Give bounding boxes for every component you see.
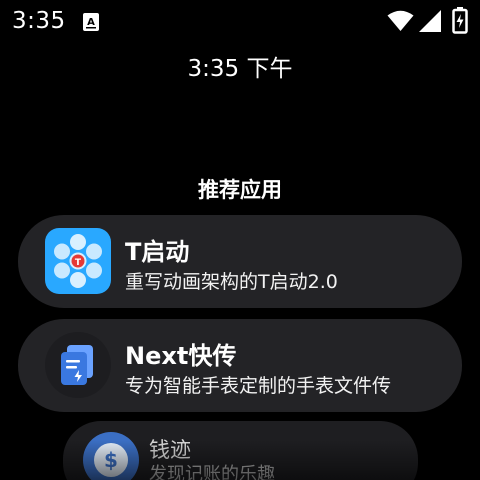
app-card-qianji[interactable]: $ 钱迹 发现记账的乐趣 <box>63 421 418 480</box>
wifi-icon <box>387 10 414 31</box>
status-time: 3:35 <box>12 8 66 34</box>
svg-text:$: $ <box>104 448 118 472</box>
app-name: T启动 <box>125 238 190 266</box>
svg-text:T: T <box>75 258 82 268</box>
a-letter-notification-icon: A <box>83 13 99 31</box>
next-transfer-icon <box>45 332 111 398</box>
app-description: 专为智能手表定制的手表文件传 <box>125 375 392 397</box>
svg-text:A: A <box>87 17 95 28</box>
cell-signal-icon <box>419 10 441 32</box>
battery-charging-icon <box>452 7 468 34</box>
t-launcher-icon: T <box>45 228 111 294</box>
app-card-t-launcher[interactable]: T T启动 重写动画架构的T启动2.0 <box>18 215 462 308</box>
app-description: 发现记账的乐趣 <box>149 464 275 480</box>
section-title: 推荐应用 <box>198 178 282 202</box>
app-name: Next快传 <box>125 342 237 370</box>
clock-time: 3:35 下午 <box>187 56 293 82</box>
status-bar: 3:35 A <box>0 0 480 44</box>
app-card-next-transfer[interactable]: Next快传 专为智能手表定制的手表文件传 <box>18 319 462 412</box>
app-description: 重写动画架构的T启动2.0 <box>125 271 338 293</box>
qianji-dollar-icon: $ <box>83 432 139 480</box>
